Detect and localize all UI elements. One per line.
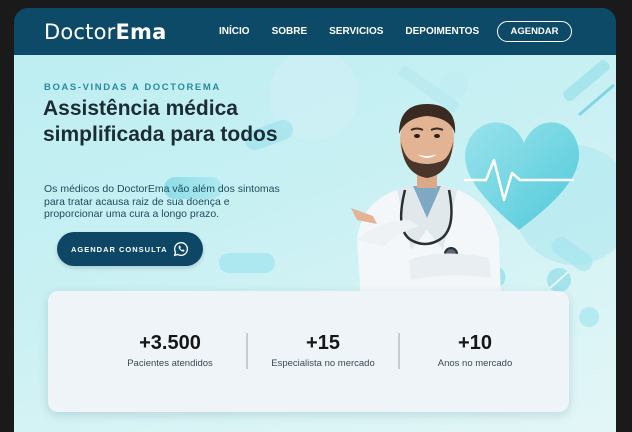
stat-specialists: +15 Especialista no mercado [248, 332, 398, 369]
hero-subtext: Os médicos do DoctorEma vão além dos sin… [44, 183, 280, 220]
stat-patients: +3.500 Pacientes atendidos [95, 332, 245, 369]
brand-logo[interactable]: DoctorEma [44, 20, 166, 44]
stat-years: +10 Anos no mercado [400, 332, 550, 369]
stat-value: +10 [458, 332, 492, 354]
hero-section: BOAS-VINDAS A DOCTOREMA Assistência médi… [14, 55, 616, 432]
stat-label: Pacientes atendidos [127, 358, 213, 369]
whatsapp-icon [173, 241, 189, 257]
stats-card: +3.500 Pacientes atendidos +15 Especiali… [48, 291, 569, 412]
logo-text-bold: Ema [115, 19, 167, 44]
nav-link-servicios[interactable]: SERVICIOS [329, 26, 383, 37]
top-navbar: DoctorEma INÍCIO SOBRE SERVICIOS DEPOIME… [14, 8, 616, 55]
agendar-consulta-label: AGENDAR CONSULTA [71, 244, 168, 254]
stat-label: Anos no mercado [437, 358, 513, 369]
hero-headline: Assistência médica simplificada para tod… [43, 97, 278, 146]
doctor-photo [351, 104, 501, 300]
app-window: DoctorEma INÍCIO SOBRE SERVICIOS DEPOIME… [14, 8, 616, 432]
agendar-button[interactable]: AGENDAR [497, 21, 572, 42]
logo-text-light: Doctor [44, 19, 116, 44]
stat-label: Especialista no mercado [271, 358, 375, 369]
nav-link-depoimentos[interactable]: DEPOIMENTOS [405, 26, 479, 37]
nav-links: INÍCIO SOBRE SERVICIOS DEPOIMENTOS [219, 8, 501, 55]
nav-link-sobre[interactable]: SOBRE [272, 26, 308, 37]
stat-value: +15 [306, 332, 340, 354]
nav-link-inicio[interactable]: INÍCIO [219, 26, 250, 37]
stat-value: +3.500 [139, 332, 201, 354]
hero-eyebrow: BOAS-VINDAS A DOCTOREMA [44, 82, 221, 93]
agendar-consulta-button[interactable]: AGENDAR CONSULTA [57, 232, 203, 266]
